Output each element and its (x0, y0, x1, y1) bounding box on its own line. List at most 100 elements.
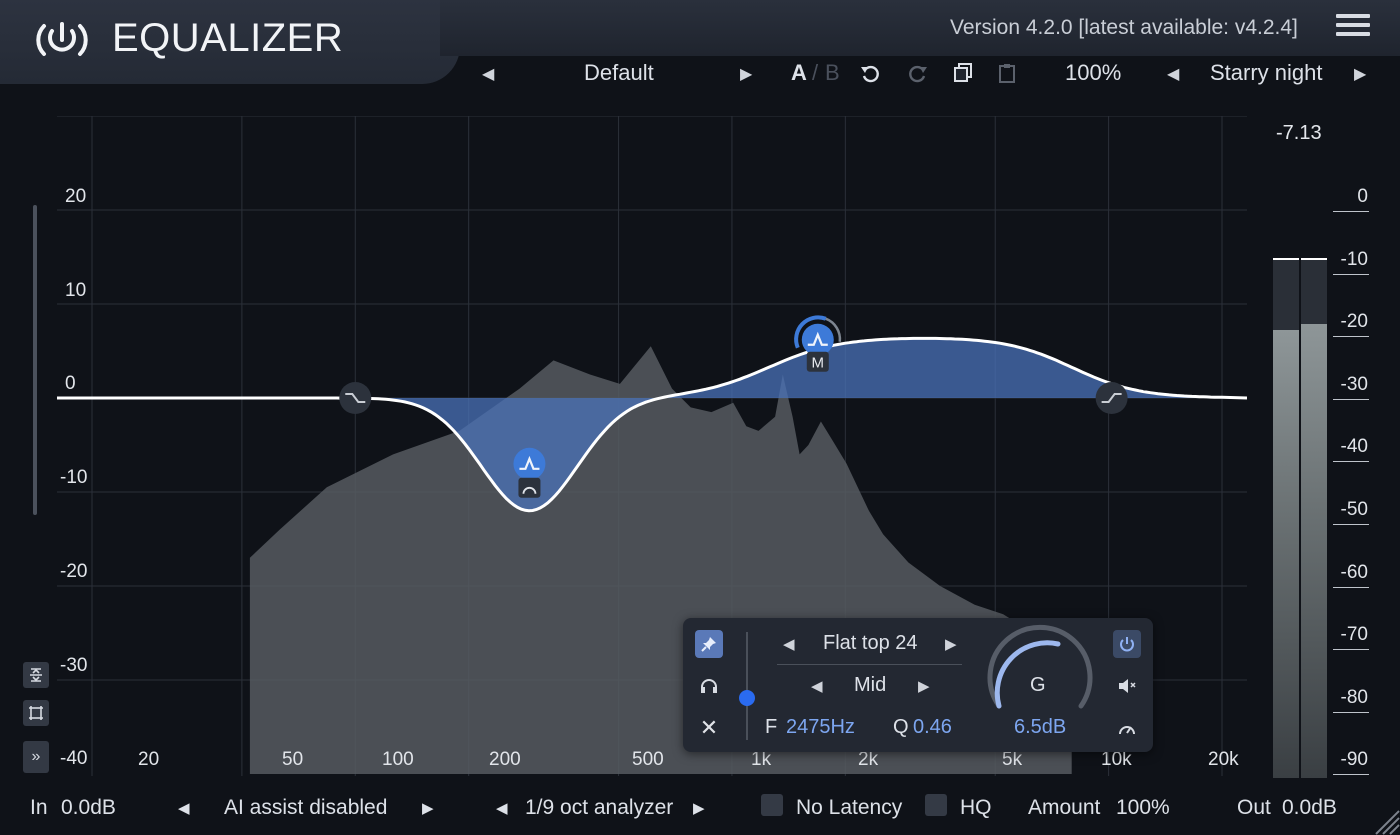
band-editor-panel: ✕ ◀ Flat top 24 ▶ ◀ Mid ▶ F 2475Hz Q 0.4… (683, 618, 1153, 752)
frequency-value[interactable]: 2475Hz (786, 716, 855, 739)
pin-button[interactable] (695, 630, 723, 658)
shape-prev-arrow-icon[interactable]: ◀ (783, 635, 795, 653)
frequency-scale-label: 2k (858, 749, 879, 770)
meter-fill (1301, 323, 1327, 778)
stereo-mode[interactable]: Mid (854, 674, 886, 697)
node-circle (513, 447, 546, 480)
theme-prev-arrow-icon[interactable]: ◀ (1167, 64, 1179, 84)
double-chevron-icon: » (31, 748, 41, 765)
band-slider-handle[interactable] (739, 690, 755, 706)
power-logo-icon (36, 22, 88, 56)
theme-next-arrow-icon[interactable]: ▶ (1354, 64, 1366, 84)
meter-scale-label: -60 (1340, 561, 1368, 583)
hamburger-menu-button[interactable] (1336, 14, 1370, 42)
gain-value[interactable]: 6.5dB (1014, 716, 1066, 739)
eq-node-bell[interactable] (513, 447, 546, 480)
display-range-slider[interactable] (33, 205, 37, 515)
ai-prev-arrow-icon[interactable]: ◀ (178, 799, 190, 817)
compress-icon (30, 668, 42, 682)
preset-next-arrow-icon[interactable]: ▶ (740, 64, 752, 84)
gain-label: G (1030, 674, 1046, 696)
fit-vertical-button[interactable] (23, 662, 49, 688)
band-mute-button[interactable] (1113, 672, 1141, 700)
paste-icon[interactable] (996, 62, 1018, 84)
redo-icon[interactable] (906, 62, 928, 84)
ab-compare-b-button[interactable]: B (825, 60, 840, 86)
frequency-scale-label: 10k (1101, 749, 1132, 770)
frequency-scale-label: 20k (1208, 749, 1239, 770)
frequency-scale-label: 100 (382, 749, 414, 770)
delete-band-button[interactable]: ✕ (695, 714, 723, 742)
frequency-label: F (765, 716, 778, 738)
input-gain-value[interactable]: 0.0dB (61, 796, 116, 820)
meter-scale-label: 0 (1357, 186, 1368, 207)
mode-next-arrow-icon[interactable]: ▶ (918, 677, 930, 695)
headphones-icon (701, 679, 717, 693)
copy-icon[interactable] (952, 62, 974, 84)
expand-sidebar-button[interactable]: » (23, 741, 49, 773)
meter-peak-hold (1273, 258, 1299, 260)
q-value[interactable]: 0.46 (913, 716, 952, 739)
meter-tick (1333, 649, 1369, 651)
mode-prev-arrow-icon[interactable]: ◀ (811, 677, 823, 695)
eq-node-high-shelf[interactable] (1095, 382, 1128, 414)
frame-button[interactable] (23, 700, 49, 726)
menu-line-icon (1336, 14, 1370, 18)
menu-line-icon (1336, 32, 1370, 36)
hq-checkbox[interactable] (925, 794, 947, 816)
meter-scale-label: -90 (1340, 749, 1368, 771)
undo-icon[interactable] (860, 62, 882, 84)
analyzer-mode[interactable]: 1/9 oct analyzer (525, 796, 673, 820)
divider (777, 664, 962, 665)
ai-assist-status[interactable]: AI assist disabled (224, 796, 387, 820)
shape-next-arrow-icon[interactable]: ▶ (945, 635, 957, 653)
ab-separator: / (812, 60, 819, 85)
header-bar: EQUALIZER Version 4.2.0 [latest availabl… (0, 0, 1400, 100)
preset-toolbar: ◀ Default ▶ A / B 100% ◀ Starry night ▶ (470, 56, 1400, 90)
band-bypass-button[interactable] (1113, 630, 1141, 658)
db-scale-label: -10 (60, 467, 88, 489)
db-scale-label: 0 (65, 373, 76, 395)
frequency-scale-label: 200 (489, 749, 521, 770)
filter-shape[interactable]: Flat top 24 (823, 632, 918, 655)
solo-band-button[interactable] (695, 672, 723, 700)
pin-icon (701, 637, 716, 652)
dynamic-mode-button[interactable] (1113, 714, 1141, 742)
close-icon: ✕ (699, 715, 719, 740)
no-latency-checkbox[interactable] (761, 794, 783, 816)
zoom-level[interactable]: 100% (1065, 60, 1121, 86)
meter-scale-label: -50 (1340, 499, 1368, 520)
resize-grip-icon[interactable] (1370, 804, 1400, 835)
output-gain-value[interactable]: 0.0dB (1282, 796, 1337, 820)
meter-tick (1333, 524, 1369, 525)
preset-name[interactable]: Default (584, 60, 654, 86)
preset-prev-arrow-icon[interactable]: ◀ (482, 64, 494, 84)
band-slider-track[interactable] (746, 632, 748, 740)
meter-scale-label: -10 (1340, 248, 1368, 270)
frequency-scale-label: 50 (282, 749, 304, 770)
ai-next-arrow-icon[interactable]: ▶ (422, 799, 434, 817)
hq-label[interactable]: HQ (960, 796, 992, 820)
frame-icon (29, 706, 43, 720)
version-text[interactable]: Version 4.2.0 [latest available: v4.2.4] (950, 16, 1298, 40)
output-meter-right (1301, 258, 1327, 778)
amount-label: Amount (1028, 796, 1101, 819)
theme-name[interactable]: Starry night (1210, 60, 1323, 86)
eq-node-flat-top-selected[interactable] (801, 323, 834, 356)
meter-tick (1333, 586, 1369, 588)
no-latency-label[interactable]: No Latency (796, 796, 902, 820)
meter-tick (1333, 711, 1369, 713)
analyzer-prev-arrow-icon[interactable]: ◀ (496, 799, 508, 817)
db-scale-label: -20 (60, 560, 88, 582)
frequency-scale-label: 500 (632, 749, 664, 770)
output-meter-left (1273, 258, 1299, 778)
amount-value[interactable]: 100% (1116, 796, 1170, 820)
app-title: EQUALIZER (112, 16, 344, 60)
output-gain-label: Out (1237, 796, 1271, 819)
meter-tick (1333, 336, 1369, 338)
db-scale-label: 10 (65, 279, 87, 301)
eq-node-low-shelf[interactable] (339, 382, 372, 414)
ab-compare-a-button[interactable]: A (791, 60, 807, 86)
output-peak-value[interactable]: -7.13 (1276, 122, 1322, 145)
analyzer-next-arrow-icon[interactable]: ▶ (693, 799, 705, 817)
